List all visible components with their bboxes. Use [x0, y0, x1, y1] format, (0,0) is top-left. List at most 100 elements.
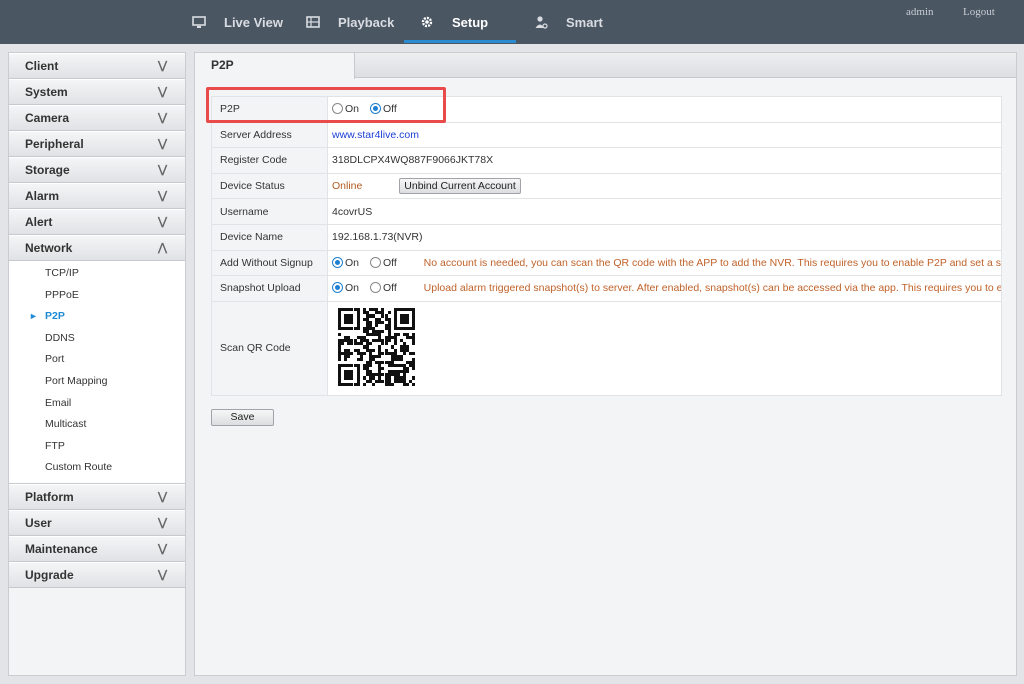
- username-value: 4covrUS: [332, 205, 373, 218]
- qr-module: [412, 367, 416, 371]
- snapshot-off-radio[interactable]: [369, 282, 381, 294]
- chevron-down-icon: ⋁: [157, 86, 167, 98]
- qr-module: [393, 342, 397, 346]
- qr-module: [350, 320, 354, 324]
- submenu-ftp[interactable]: FTP: [9, 436, 185, 458]
- menu-system-label: System: [25, 85, 68, 99]
- qr-module: [356, 326, 360, 330]
- qr-module: [356, 382, 360, 386]
- logout-link[interactable]: Logout: [963, 6, 995, 18]
- nav-setup-label: Setup: [452, 14, 489, 30]
- qr-module: [344, 357, 348, 361]
- menu-alert[interactable]: Alert ⋁: [9, 209, 185, 235]
- qr-module: [403, 351, 407, 355]
- signup-off-radio[interactable]: [369, 256, 381, 268]
- qr-module: [375, 323, 379, 327]
- row-device-name: Device Name 192.168.1.73(NVR): [211, 223, 1002, 251]
- submenu-pppoe[interactable]: PPPoE: [9, 285, 185, 307]
- signup-on-label: On: [345, 256, 360, 269]
- menu-peripheral[interactable]: Peripheral ⋁: [9, 131, 185, 157]
- row-scan-qr: Scan QR Code: [211, 300, 1002, 396]
- nav-live-view-label: Live View: [224, 14, 284, 30]
- submenu-p2p[interactable]: ► P2P: [9, 306, 185, 328]
- menu-upgrade-label: Upgrade: [25, 567, 74, 582]
- submenu-tcpip[interactable]: TCP/IP: [9, 263, 185, 285]
- qr-module: [362, 382, 366, 386]
- menu-system[interactable]: System ⋁: [9, 79, 185, 105]
- username-label: Username: [211, 198, 328, 225]
- snapshot-hint: Upload alarm triggered snapshot(s) to se…: [423, 282, 1002, 295]
- submenu-p2p-label: P2P: [45, 310, 65, 323]
- menu-client-label: Client: [25, 59, 59, 73]
- qr-module: [406, 382, 410, 386]
- network-submenu: TCP/IP PPPoE ► P2P DDNS Port Port Mapping…: [9, 261, 185, 484]
- menu-network[interactable]: Network ⋀: [9, 235, 185, 261]
- qr-module: [381, 367, 385, 371]
- qr-module: [412, 382, 416, 386]
- chevron-down-icon: ⋁: [157, 490, 167, 503]
- submenu-port-mapping[interactable]: Port Mapping: [9, 371, 185, 393]
- chevron-down-icon: ⋁: [157, 542, 167, 555]
- unbind-account-button[interactable]: Unbind Current Account: [399, 178, 521, 195]
- menu-peripheral-label: Peripheral: [25, 137, 84, 151]
- scan-qr-label: Scan QR Code: [211, 300, 328, 396]
- chevron-down-icon: ⋁: [157, 190, 167, 202]
- nav-playback[interactable]: Playback: [306, 0, 394, 44]
- chevron-down-icon: ⋁: [157, 516, 167, 529]
- submenu-ddns[interactable]: DDNS: [9, 328, 185, 350]
- menu-user[interactable]: User ⋁: [9, 509, 185, 536]
- qr-module: [372, 382, 376, 386]
- qr-module: [369, 342, 373, 346]
- snapshot-upload-label: Snapshot Upload: [211, 275, 328, 302]
- username-link[interactable]: admin: [906, 6, 934, 18]
- tab-p2p[interactable]: P2P: [195, 53, 355, 79]
- snapshot-on-radio[interactable]: [332, 282, 343, 294]
- snapshot-off-label: Off: [382, 282, 397, 295]
- device-name-label: Device Name: [211, 223, 328, 251]
- nav-smart[interactable]: Smart: [534, 0, 603, 44]
- qr-module: [350, 376, 354, 380]
- qr-module: [338, 357, 342, 361]
- menu-platform[interactable]: Platform ⋁: [9, 483, 185, 510]
- qr-module: [372, 348, 376, 352]
- row-snapshot-upload: Snapshot Upload On Off Upload alarm trig…: [211, 275, 1002, 302]
- menu-maintenance[interactable]: Maintenance ⋁: [9, 535, 185, 562]
- device-status-value: Online: [332, 180, 363, 193]
- signup-on-radio[interactable]: [332, 256, 343, 268]
- qr-module: [396, 333, 400, 337]
- nav-setup[interactable]: Setup: [420, 0, 488, 44]
- save-button[interactable]: Save: [211, 409, 274, 426]
- submenu-port[interactable]: Port: [9, 349, 185, 371]
- submenu-custom-route[interactable]: Custom Route: [9, 457, 185, 479]
- p2p-form: P2P On Off Server Address www.star4live.…: [211, 96, 1002, 396]
- submenu-email[interactable]: Email: [9, 393, 185, 415]
- row-server-address: Server Address www.star4live.com: [211, 121, 1002, 149]
- qr-module: [406, 370, 410, 374]
- p2p-settings-panel: P2P P2P On Off Server Address www.star4l…: [194, 52, 1017, 676]
- qr-module: [359, 357, 363, 361]
- nav-live-view[interactable]: Live View: [192, 0, 283, 44]
- register-code-value: 318DLCPX4WQ887F9066JKT78X: [332, 154, 494, 167]
- nav-playback-label: Playback: [338, 14, 395, 30]
- menu-storage[interactable]: Storage ⋁: [9, 157, 185, 183]
- menu-alarm[interactable]: Alarm ⋁: [9, 183, 185, 209]
- server-address-link[interactable]: www.star4live.com: [332, 129, 419, 141]
- chevron-down-icon: ⋁: [157, 568, 167, 581]
- signup-hint: No account is needed, you can scan the Q…: [423, 256, 1002, 269]
- qr-module: [390, 382, 394, 386]
- menu-upgrade[interactable]: Upgrade ⋁: [9, 561, 185, 588]
- row-add-without-signup: Add Without Signup On Off No account is …: [211, 249, 1002, 277]
- menu-client[interactable]: Client ⋁: [9, 53, 185, 79]
- signup-off-label: Off: [382, 256, 397, 269]
- qr-module: [369, 364, 373, 368]
- chevron-down-icon: ⋁: [157, 112, 167, 124]
- qr-module: [400, 357, 404, 361]
- menu-network-label: Network: [25, 241, 73, 255]
- menu-storage-label: Storage: [25, 163, 70, 177]
- add-without-signup-label: Add Without Signup: [211, 249, 328, 277]
- device-status-label: Device Status: [211, 172, 328, 200]
- nav-smart-label: Smart: [566, 14, 603, 30]
- tab-bar: P2P: [195, 53, 1016, 79]
- menu-camera[interactable]: Camera ⋁: [9, 105, 185, 131]
- submenu-multicast[interactable]: Multicast: [9, 414, 185, 436]
